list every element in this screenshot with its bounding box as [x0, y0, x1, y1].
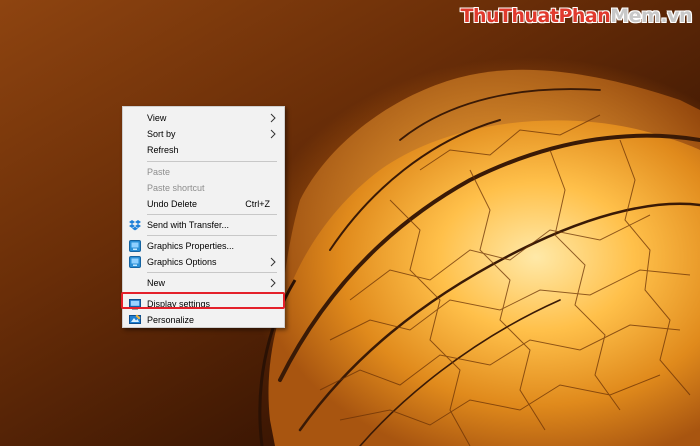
menu-separator: [147, 161, 277, 162]
menu-separator: [147, 214, 277, 215]
menu-item-label: Send with Transfer...: [147, 220, 230, 230]
intel-graphics-icon: [129, 256, 141, 268]
menu-item-shortcut: Ctrl+Z: [245, 199, 270, 209]
chevron-right-icon: [270, 113, 276, 123]
chevron-right-icon: [270, 129, 276, 139]
menu-item-label: Sort by: [147, 129, 176, 139]
menu-item-sort-by[interactable]: Sort by: [123, 126, 284, 142]
desktop-context-menu: View Sort by Refresh Paste Paste shortcu…: [122, 106, 285, 328]
wallpaper-leaf-image: [258, 69, 700, 446]
menu-item-refresh[interactable]: Refresh: [123, 142, 284, 158]
menu-item-label: Graphics Properties...: [147, 241, 235, 251]
menu-separator: [147, 272, 277, 273]
chevron-right-icon: [270, 257, 276, 267]
menu-item-label: Undo Delete: [147, 199, 198, 209]
intel-graphics-icon: [129, 240, 141, 252]
menu-item-graphics-options[interactable]: Graphics Options: [123, 254, 284, 270]
menu-item-paste-shortcut[interactable]: Paste shortcut: [123, 180, 284, 196]
menu-item-label: Paste shortcut: [147, 183, 205, 193]
watermark-part-thu: Thu: [460, 5, 500, 27]
watermark-part-vn: .vn: [660, 5, 692, 27]
chevron-right-icon: [270, 278, 276, 288]
watermark-part-phan: Phan: [558, 5, 611, 27]
menu-separator: [147, 293, 277, 294]
menu-item-label: View: [147, 113, 167, 123]
menu-item-display-settings[interactable]: Display settings: [123, 296, 284, 312]
menu-item-view[interactable]: View: [123, 110, 284, 126]
menu-item-label: Personalize: [147, 315, 195, 325]
display-icon: [129, 299, 141, 310]
personalize-icon: [129, 314, 141, 324]
menu-item-label: Refresh: [147, 145, 179, 155]
watermark-part-thuat: Thuat: [499, 5, 559, 27]
menu-separator: [147, 235, 277, 236]
menu-item-new[interactable]: New: [123, 275, 284, 291]
menu-item-undo-delete[interactable]: Undo Delete Ctrl+Z: [123, 196, 284, 212]
watermark-part-mem: Mem: [610, 5, 661, 27]
menu-item-personalize[interactable]: Personalize: [123, 312, 284, 328]
menu-item-label: Graphics Options: [147, 257, 217, 267]
watermark-logo: ThuThuatPhanMem.vn: [460, 5, 693, 27]
menu-item-graphics-properties[interactable]: Graphics Properties...: [123, 238, 284, 254]
menu-item-label: New: [147, 278, 166, 288]
menu-item-paste[interactable]: Paste: [123, 164, 284, 180]
dropbox-icon: [129, 220, 141, 231]
menu-item-label: Display settings: [147, 299, 211, 309]
desktop-wallpaper[interactable]: ThuThuatPhanMem.vn: [0, 0, 700, 446]
menu-item-send-with-transfer[interactable]: Send with Transfer...: [123, 217, 284, 233]
menu-item-label: Paste: [147, 167, 171, 177]
